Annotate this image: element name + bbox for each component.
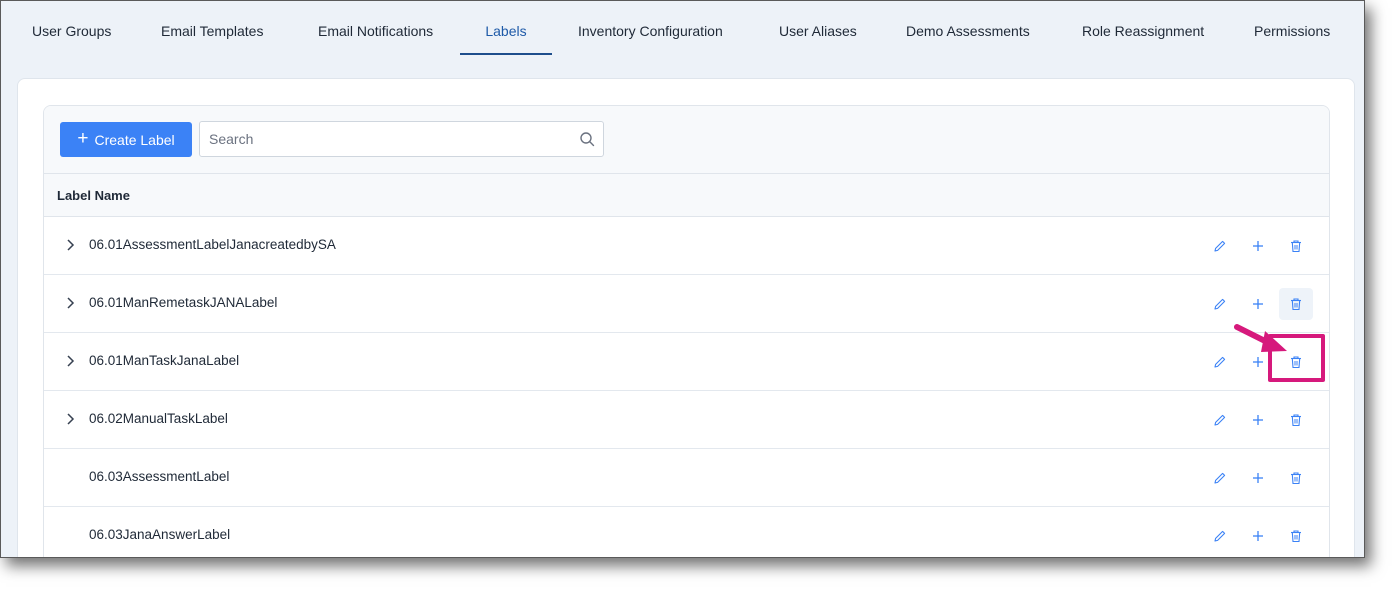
search-icon[interactable]	[579, 131, 595, 147]
search-box	[199, 121, 604, 157]
delete-button[interactable]	[1279, 520, 1313, 552]
search-input[interactable]	[209, 122, 569, 156]
plus-icon	[1253, 473, 1263, 483]
label-name: 06.01ManRemetaskJANALabel	[89, 295, 278, 310]
edit-icon	[1214, 240, 1226, 252]
edit-icon	[1214, 530, 1226, 542]
table-toolbar: + Create Label	[44, 106, 1329, 174]
edit-icon	[1214, 414, 1226, 426]
tab-demo-assessments[interactable]: Demo Assessments	[880, 1, 1056, 55]
edit-icon	[1214, 298, 1226, 310]
tab-email-notifications[interactable]: Email Notifications	[292, 1, 459, 55]
table-row: 06.01ManRemetaskJANALabel	[44, 275, 1329, 333]
create-label-button[interactable]: + Create Label	[60, 122, 192, 157]
add-sublabel-button[interactable]	[1241, 288, 1275, 320]
chevron-right-icon[interactable]	[63, 238, 77, 252]
create-label-text: Create Label	[94, 131, 175, 148]
trash-icon	[1291, 240, 1301, 253]
trash-icon	[1291, 472, 1301, 485]
edit-button[interactable]	[1203, 462, 1237, 494]
tab-permissions[interactable]: Permissions	[1228, 1, 1356, 55]
edit-button[interactable]	[1203, 288, 1237, 320]
labels-table-panel: + Create Label Label Name 06.01Assessmen…	[43, 105, 1330, 557]
tab-user-aliases[interactable]: User Aliases	[753, 1, 883, 55]
tab-inventory-configuration[interactable]: Inventory Configuration	[552, 1, 749, 55]
edit-icon	[1214, 472, 1226, 484]
add-sublabel-button[interactable]	[1241, 520, 1275, 552]
delete-button[interactable]	[1279, 288, 1313, 320]
delete-button[interactable]	[1279, 404, 1313, 436]
tab-labels[interactable]: Labels	[460, 1, 552, 55]
tab-bar: User Groups Email Templates Email Notifi…	[1, 1, 1364, 55]
plus-icon	[1253, 415, 1263, 425]
label-name: 06.01AssessmentLabelJanacreatedbySA	[89, 237, 336, 252]
add-sublabel-button[interactable]	[1241, 230, 1275, 262]
chevron-right-icon[interactable]	[63, 354, 77, 368]
tab-email-templates[interactable]: Email Templates	[135, 1, 289, 55]
table-row: 06.01AssessmentLabelJanacreatedbySA	[44, 217, 1329, 275]
edit-icon	[1214, 356, 1226, 368]
table-row: 06.03JanaAnswerLabel	[44, 507, 1329, 557]
label-name: 06.03JanaAnswerLabel	[89, 527, 231, 542]
app-window: User Groups Email Templates Email Notifi…	[0, 0, 1365, 558]
edit-button[interactable]	[1203, 404, 1237, 436]
edit-button[interactable]	[1203, 230, 1237, 262]
trash-icon	[1291, 298, 1301, 311]
label-name: 06.01ManTaskJanaLabel	[89, 353, 240, 368]
plus-icon: +	[77, 128, 89, 149]
annotation-arrow-icon	[1234, 324, 1287, 352]
tab-user-groups[interactable]: User Groups	[6, 1, 137, 55]
plus-icon	[1253, 241, 1263, 251]
chevron-right-icon[interactable]	[63, 412, 77, 426]
tab-role-reassignment[interactable]: Role Reassignment	[1056, 1, 1230, 55]
plus-icon	[1253, 531, 1263, 541]
trash-icon	[1291, 530, 1301, 543]
chevron-right-icon[interactable]	[63, 296, 77, 310]
content-card: + Create Label Label Name 06.01Assessmen…	[17, 78, 1355, 557]
column-header-label-name[interactable]: Label Name	[44, 174, 1329, 217]
label-name: 06.02ManualTaskLabel	[89, 411, 228, 426]
delete-button[interactable]	[1279, 462, 1313, 494]
trash-icon	[1291, 414, 1301, 427]
plus-icon	[1253, 299, 1263, 309]
table-row: 06.02ManualTaskLabel	[44, 391, 1329, 449]
label-name: 06.03AssessmentLabel	[89, 469, 230, 484]
label-rows: 06.01AssessmentLabelJanacreatedbySA 06.0…	[44, 217, 1329, 557]
edit-button[interactable]	[1203, 520, 1237, 552]
table-row: 06.01ManTaskJanaLabel	[44, 333, 1329, 391]
add-sublabel-button[interactable]	[1241, 462, 1275, 494]
delete-button[interactable]	[1279, 230, 1313, 262]
table-row: 06.03AssessmentLabel	[44, 449, 1329, 507]
add-sublabel-button[interactable]	[1241, 404, 1275, 436]
